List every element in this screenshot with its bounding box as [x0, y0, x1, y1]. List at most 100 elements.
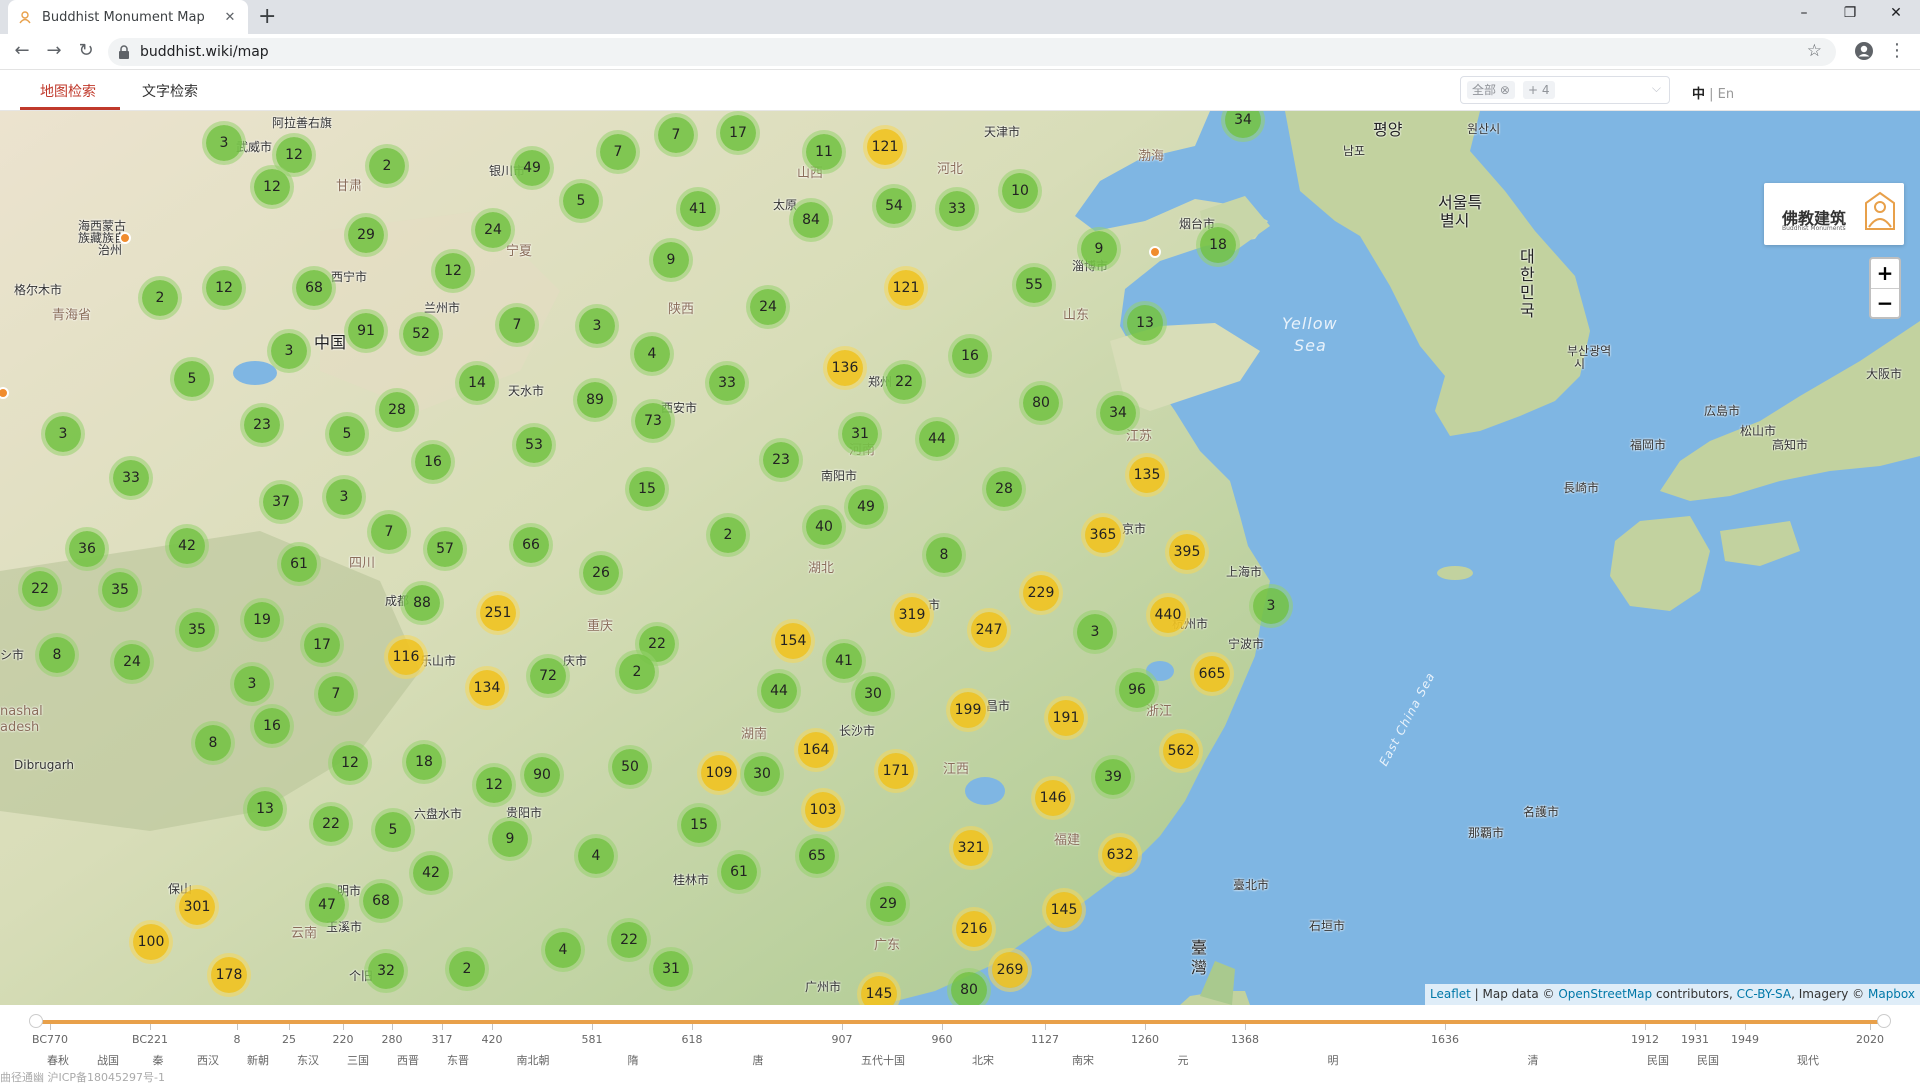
marker-cluster[interactable]: 3	[1077, 614, 1113, 650]
marker-cluster[interactable]: 19	[244, 602, 280, 638]
marker-cluster[interactable]: 40	[806, 509, 842, 545]
timeline-dynasty-label[interactable]: 唐	[753, 1052, 764, 1068]
marker-cluster[interactable]: 321	[953, 830, 989, 866]
reload-button[interactable]: ↻	[74, 40, 98, 61]
marker-cluster[interactable]: 135	[1129, 457, 1165, 493]
marker-cluster[interactable]: 8	[39, 637, 75, 673]
timeline-dynasty-label[interactable]: 东晋	[447, 1052, 469, 1068]
marker-cluster[interactable]: 5	[563, 183, 599, 219]
marker-cluster[interactable]: 18	[406, 744, 442, 780]
marker-cluster[interactable]: 22	[22, 571, 58, 607]
marker-cluster[interactable]: 26	[583, 555, 619, 591]
marker-cluster[interactable]: 65	[799, 838, 835, 874]
marker-cluster[interactable]: 24	[750, 289, 786, 325]
marker-cluster[interactable]: 5	[174, 361, 210, 397]
marker-cluster[interactable]: 3	[45, 416, 81, 452]
timeline-dynasty-label[interactable]: 隋	[628, 1052, 639, 1068]
marker-cluster[interactable]: 89	[577, 382, 613, 418]
timeline-dynasty-label[interactable]: 南宋	[1072, 1052, 1094, 1068]
timeline-dynasty-label[interactable]: 清	[1528, 1052, 1539, 1068]
timeline-dynasty-label[interactable]: 五代十国	[861, 1052, 905, 1068]
marker-cluster[interactable]: 44	[761, 673, 797, 709]
marker-cluster[interactable]: 35	[179, 612, 215, 648]
timeline-dynasty-label[interactable]: 西汉	[197, 1052, 219, 1068]
timeline-dynasty-label[interactable]: 元	[1178, 1052, 1189, 1068]
marker-cluster[interactable]: 14	[459, 365, 495, 401]
osm-link[interactable]: OpenStreetMap	[1558, 987, 1652, 1001]
marker-cluster[interactable]: 61	[721, 854, 757, 890]
marker-cluster[interactable]: 84	[793, 202, 829, 238]
window-close-button[interactable]: ✕	[1876, 5, 1916, 21]
browser-menu-icon[interactable]: ⋮	[1888, 40, 1906, 61]
marker-cluster[interactable]: 171	[878, 753, 914, 789]
marker-cluster[interactable]: 103	[805, 792, 841, 828]
marker-cluster[interactable]: 41	[680, 191, 716, 227]
marker-cluster[interactable]: 50	[612, 749, 648, 785]
marker-cluster[interactable]: 4	[578, 838, 614, 874]
timeline-dynasty-label[interactable]: 北宋	[972, 1052, 994, 1068]
filter-chip-all[interactable]: 全部 ⊗	[1467, 81, 1515, 99]
marker-cluster[interactable]: 216	[956, 911, 992, 947]
marker-cluster[interactable]: 10	[1002, 173, 1038, 209]
marker-cluster[interactable]: 146	[1035, 780, 1071, 816]
marker-cluster[interactable]: 55	[1016, 267, 1052, 303]
marker-cluster[interactable]: 22	[886, 364, 922, 400]
marker-cluster[interactable]: 41	[826, 643, 862, 679]
address-bar[interactable]: buddhist.wiki/map ☆	[108, 38, 1836, 66]
marker-cluster[interactable]: 35	[102, 572, 138, 608]
back-button[interactable]: ←	[10, 40, 34, 61]
timeline-dynasty-label[interactable]: 现代	[1797, 1052, 1819, 1068]
marker-cluster[interactable]: 16	[254, 708, 290, 744]
marker-cluster[interactable]: 229	[1023, 575, 1059, 611]
marker-cluster[interactable]: 29	[348, 217, 384, 253]
marker-cluster[interactable]: 54	[876, 188, 912, 224]
chevron-down-icon[interactable]: ⌵	[1652, 81, 1661, 96]
timeline-dynasty-label[interactable]: 秦	[153, 1052, 164, 1068]
marker-cluster[interactable]: 9	[492, 821, 528, 857]
timeline-end-handle[interactable]	[1877, 1014, 1891, 1028]
marker-cluster[interactable]: 72	[530, 658, 566, 694]
marker-cluster[interactable]: 5	[329, 416, 365, 452]
marker-cluster[interactable]: 5	[375, 812, 411, 848]
tab-text-search[interactable]: 文字检索	[142, 81, 198, 101]
browser-tab[interactable]: Buddhist Monument Map ✕	[8, 0, 248, 34]
marker-cluster[interactable]: 7	[658, 117, 694, 153]
marker-cluster[interactable]: 33	[113, 460, 149, 496]
marker-cluster[interactable]: 88	[404, 585, 440, 621]
marker-cluster[interactable]: 12	[276, 137, 312, 173]
marker-cluster[interactable]: 365	[1085, 517, 1121, 553]
marker-cluster[interactable]: 36	[69, 531, 105, 567]
marker-cluster[interactable]: 39	[1095, 759, 1131, 795]
marker-cluster[interactable]: 562	[1163, 733, 1199, 769]
marker-cluster[interactable]: 3	[579, 308, 615, 344]
timeline-dynasty-label[interactable]: 战国	[97, 1052, 119, 1068]
marker-cluster[interactable]: 632	[1102, 837, 1138, 873]
marker-cluster[interactable]: 31	[842, 416, 878, 452]
marker-cluster[interactable]: 2	[710, 517, 746, 553]
lang-en-button[interactable]: En	[1718, 87, 1734, 102]
marker-cluster[interactable]: 12	[476, 767, 512, 803]
marker-cluster[interactable]: 23	[244, 407, 280, 443]
marker-cluster[interactable]: 13	[247, 791, 283, 827]
zoom-in-button[interactable]: +	[1871, 259, 1899, 289]
restore-button[interactable]: ❐	[1830, 5, 1870, 21]
marker-cluster[interactable]: 37	[263, 484, 299, 520]
timeline-dynasty-label[interactable]: 西晋	[397, 1052, 419, 1068]
marker-cluster[interactable]: 49	[514, 150, 550, 186]
timeline-track[interactable]	[36, 1020, 1884, 1024]
marker-cluster[interactable]: 18	[1200, 227, 1236, 263]
category-filter-select[interactable]: 全部 ⊗ + 4 ⌵	[1460, 76, 1670, 104]
bookmark-star-icon[interactable]: ☆	[1807, 41, 1822, 61]
marker-cluster[interactable]: 100	[133, 924, 169, 960]
marker-cluster[interactable]: 57	[427, 531, 463, 567]
marker-cluster[interactable]: 2	[369, 148, 405, 184]
marker-cluster[interactable]: 3	[326, 479, 362, 515]
marker-cluster[interactable]: 23	[763, 442, 799, 478]
marker-cluster[interactable]: 31	[653, 951, 689, 987]
marker-cluster[interactable]: 68	[296, 270, 332, 306]
marker-cluster[interactable]: 12	[332, 745, 368, 781]
leaflet-link[interactable]: Leaflet	[1430, 987, 1471, 1001]
marker-cluster[interactable]: 3	[206, 125, 242, 161]
marker-cluster[interactable]: 16	[415, 444, 451, 480]
minimize-button[interactable]: –	[1784, 5, 1824, 21]
